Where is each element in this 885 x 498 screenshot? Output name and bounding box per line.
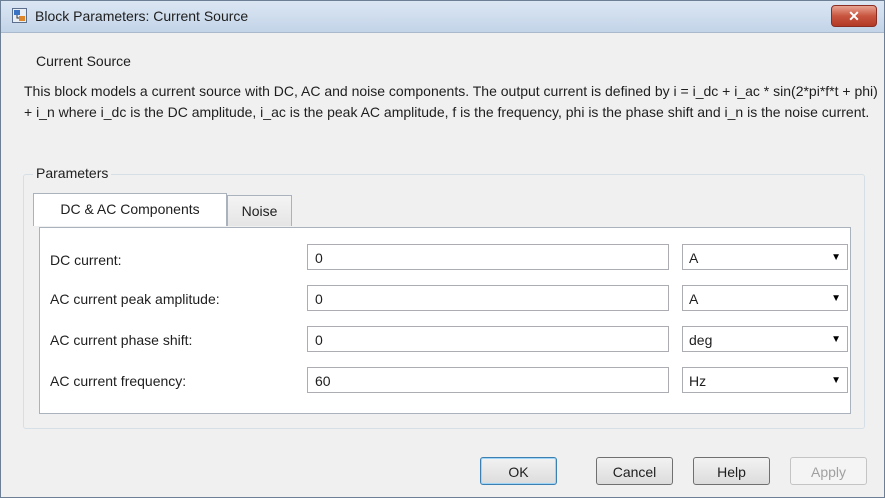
parameters-group-label: Parameters — [33, 165, 112, 181]
ac-amplitude-input[interactable]: 0 — [307, 285, 669, 311]
dialog-window: Block Parameters: Current Source ✕ Curre… — [0, 0, 885, 498]
chevron-down-icon: ▼ — [831, 334, 841, 345]
dc-current-label: DC current: — [50, 252, 122, 268]
close-icon: ✕ — [848, 8, 860, 24]
ac-phase-unit-select[interactable]: deg ▼ — [682, 326, 848, 352]
dc-current-input[interactable]: 0 — [307, 244, 669, 270]
ac-phase-label: AC current phase shift: — [50, 332, 193, 348]
apply-button[interactable]: Apply — [790, 457, 867, 485]
unit-value: deg — [689, 332, 713, 348]
ac-frequency-input[interactable]: 60 — [307, 367, 669, 393]
title-bar[interactable]: Block Parameters: Current Source ✕ — [1, 1, 884, 33]
chevron-down-icon: ▼ — [831, 252, 841, 263]
close-button[interactable]: ✕ — [831, 5, 877, 27]
ok-button[interactable]: OK — [480, 457, 557, 485]
window-title: Block Parameters: Current Source — [35, 8, 249, 24]
chevron-down-icon: ▼ — [831, 293, 841, 304]
chevron-down-icon: ▼ — [831, 375, 841, 386]
dc-current-unit-select[interactable]: A ▼ — [682, 244, 848, 270]
ac-frequency-unit-select[interactable]: Hz ▼ — [682, 367, 848, 393]
tab-noise[interactable]: Noise — [227, 195, 292, 226]
tab-label: DC & AC Components — [60, 201, 200, 217]
unit-value: Hz — [689, 373, 707, 389]
help-button[interactable]: Help — [693, 457, 770, 485]
tab-label: Noise — [241, 203, 278, 219]
block-description: This block models a current source with … — [24, 83, 878, 120]
unit-value: A — [689, 291, 699, 307]
block-group-label: Current Source — [33, 53, 134, 69]
tab-dc-ac-components[interactable]: DC & AC Components — [33, 193, 227, 226]
ac-amplitude-label: AC current peak amplitude: — [50, 291, 220, 307]
ac-amplitude-unit-select[interactable]: A ▼ — [682, 285, 848, 311]
ac-phase-input[interactable]: 0 — [307, 326, 669, 352]
ac-frequency-label: AC current frequency: — [50, 373, 187, 389]
unit-value: A — [689, 250, 699, 266]
cancel-button[interactable]: Cancel — [596, 457, 673, 485]
simulink-block-icon — [12, 8, 27, 23]
